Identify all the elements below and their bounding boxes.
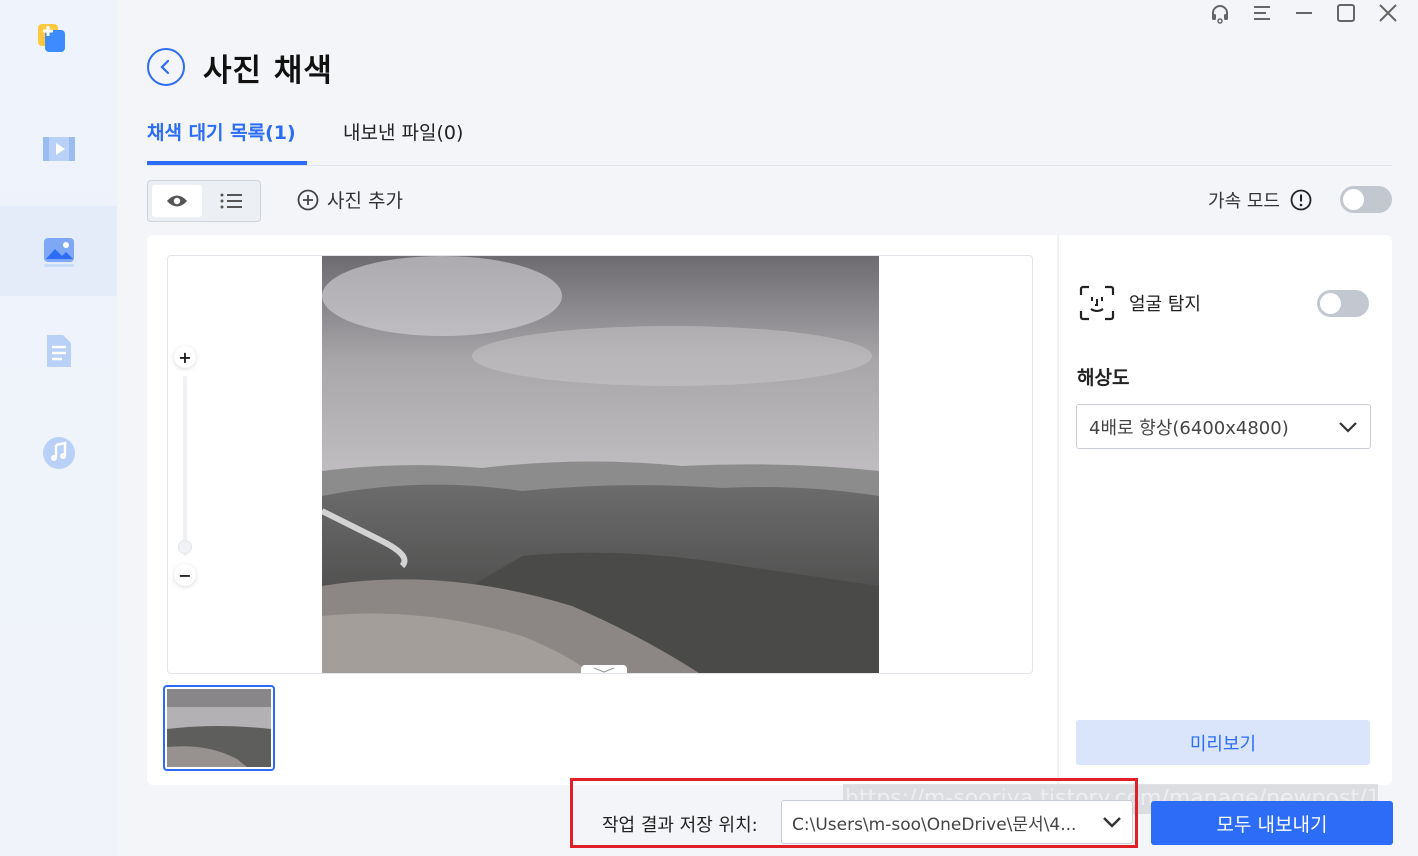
preview-panel: + − [147, 235, 1057, 785]
maximize-icon[interactable] [1334, 1, 1358, 25]
accel-mode-label: 가속 모드 [1208, 190, 1280, 212]
save-path-select[interactable]: C:\Users\m-soo\OneDrive\문서\4... [781, 800, 1133, 844]
list-icon [220, 193, 242, 209]
back-button[interactable] [147, 48, 185, 86]
menu-icon[interactable] [1250, 1, 1274, 25]
face-scan-icon [1079, 285, 1115, 321]
thumbnail-image [167, 689, 271, 767]
main-area: 사진 채색 채색 대기 목록(1) 내보낸 파일(0) 사진 추가 가속 모드 [117, 0, 1418, 856]
info-icon[interactable] [1290, 189, 1312, 211]
photo-thumbnail[interactable] [163, 685, 275, 771]
chevron-down-icon [593, 667, 615, 673]
photo-preview[interactable] [322, 256, 879, 674]
resolution-value: 4배로 향상(6400x4800) [1089, 417, 1289, 439]
sidebar-item-video[interactable] [0, 104, 117, 194]
close-icon[interactable] [1376, 1, 1400, 25]
view-mode-toggle [147, 180, 261, 222]
page-title: 사진 채색 [203, 53, 333, 89]
preview-view-button[interactable] [152, 185, 202, 217]
tab-bar: 채색 대기 목록(1) 내보낸 파일(0) [147, 112, 1392, 166]
minimize-icon[interactable] [1292, 1, 1316, 25]
image-viewer: + − [167, 255, 1033, 674]
save-path-value: C:\Users\m-soo\OneDrive\문서\4... [792, 814, 1077, 835]
app-logo [36, 20, 66, 54]
zoom-slider-track[interactable] [183, 376, 187, 556]
face-detect-row: 얼굴 탐지 [1079, 285, 1369, 321]
resolution-title: 해상도 [1077, 367, 1130, 389]
tab-colorize-queue[interactable]: 채색 대기 목록(1) [147, 118, 307, 165]
zoom-out-button[interactable]: − [174, 564, 196, 586]
accel-mode-toggle[interactable] [1340, 186, 1392, 213]
eye-icon [166, 195, 188, 207]
save-location-label: 작업 결과 저장 위치: [602, 815, 758, 836]
chevron-left-icon [160, 59, 170, 75]
window-controls [1208, 0, 1418, 26]
headset-icon[interactable] [1208, 1, 1232, 25]
video-icon [42, 137, 75, 161]
image-icon [43, 238, 74, 267]
chevron-down-icon [1339, 421, 1357, 433]
music-icon [42, 437, 75, 469]
collapse-thumbnails-button[interactable] [581, 665, 627, 673]
zoom-in-button[interactable]: + [174, 346, 196, 368]
add-photo-button[interactable]: 사진 추가 [297, 186, 403, 213]
face-detect-label: 얼굴 탐지 [1129, 294, 1201, 315]
sidebar-item-document[interactable] [0, 306, 117, 396]
sidebar-item-image[interactable] [0, 206, 117, 296]
resolution-select[interactable]: 4배로 향상(6400x4800) [1076, 404, 1371, 449]
zoom-slider-handle[interactable] [178, 540, 192, 554]
face-detect-toggle[interactable] [1317, 289, 1369, 317]
sidebar-item-music[interactable] [0, 408, 117, 498]
export-all-button[interactable]: 모두 내보내기 [1151, 801, 1393, 845]
sidebar [0, 0, 117, 856]
preview-button[interactable]: 미리보기 [1076, 720, 1370, 765]
accel-mode: 가속 모드 [1208, 186, 1392, 213]
document-icon [46, 335, 71, 367]
add-photo-label: 사진 추가 [327, 190, 403, 212]
list-view-button[interactable] [206, 185, 256, 217]
tab-exported-files[interactable]: 내보낸 파일(0) [343, 118, 463, 165]
plus-circle-icon [297, 189, 319, 210]
chevron-down-icon [1103, 817, 1121, 828]
settings-panel: 얼굴 탐지 해상도 4배로 향상(6400x4800) 미리보기 [1058, 235, 1392, 785]
